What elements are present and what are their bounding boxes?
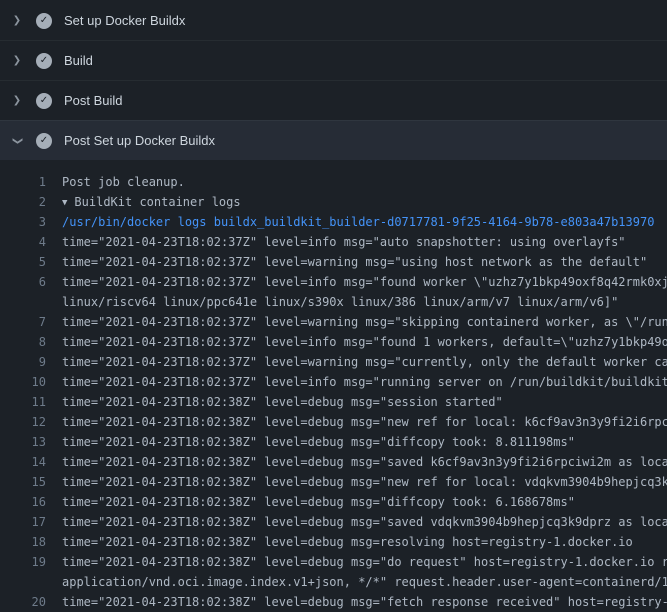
log-text: time="2021-04-23T18:02:37Z" level=warnin… <box>46 312 667 332</box>
step-header-post-set-up-docker-buildx[interactable]: ❯ ✓ Post Set up Docker Buildx <box>0 120 667 160</box>
log-text: application/vnd.oci.image.index.v1+json,… <box>46 572 667 592</box>
log-text: time="2021-04-23T18:02:37Z" level=info m… <box>46 272 667 292</box>
log-line: 15time="2021-04-23T18:02:38Z" level=debu… <box>0 472 667 492</box>
log-text: time="2021-04-23T18:02:38Z" level=debug … <box>46 472 667 492</box>
log-line-number[interactable]: 2 <box>0 192 46 212</box>
steps-list: ❯ ✓ Set up Docker Buildx ❯ ✓ Build ❯ ✓ Post Buil… <box>0 0 667 160</box>
log-line-number[interactable]: 19 <box>0 552 46 572</box>
step-label: Post Build <box>64 93 123 109</box>
log-line: 2▼BuildKit container logs <box>0 192 667 212</box>
log-line-number[interactable]: 17 <box>0 512 46 532</box>
log-text: time="2021-04-23T18:02:37Z" level=info m… <box>46 332 667 352</box>
check-circle-icon: ✓ <box>36 93 52 109</box>
log-line: 16time="2021-04-23T18:02:38Z" level=debu… <box>0 492 667 512</box>
caret-down-icon: ▼ <box>62 193 67 213</box>
log-line: linux/riscv64 linux/ppc641e linux/s390x … <box>0 292 667 312</box>
log-line-number[interactable]: 5 <box>0 252 46 272</box>
log-text: time="2021-04-23T18:02:38Z" level=debug … <box>46 432 575 452</box>
check-circle-icon: ✓ <box>36 133 52 149</box>
log-text: time="2021-04-23T18:02:38Z" level=debug … <box>46 532 633 552</box>
log-line: 3/usr/bin/docker logs buildx_buildkit_bu… <box>0 212 667 232</box>
log-line-number <box>0 292 46 312</box>
step-label: Post Set up Docker Buildx <box>64 133 215 149</box>
log-line-number[interactable]: 18 <box>0 532 46 552</box>
log-line: 1Post job cleanup. <box>0 172 667 192</box>
log-viewer[interactable]: 1Post job cleanup.2▼BuildKit container l… <box>0 160 667 612</box>
log-text: time="2021-04-23T18:02:37Z" level=warnin… <box>46 252 647 272</box>
log-text: time="2021-04-23T18:02:38Z" level=debug … <box>46 492 575 512</box>
log-line: 8time="2021-04-23T18:02:37Z" level=info … <box>0 332 667 352</box>
chevron-right-icon: ❯ <box>12 56 22 66</box>
log-line-number[interactable]: 8 <box>0 332 46 352</box>
log-line: application/vnd.oci.image.index.v1+json,… <box>0 572 667 592</box>
log-line-number[interactable]: 9 <box>0 352 46 372</box>
log-text: time="2021-04-23T18:02:37Z" level=info m… <box>46 372 667 392</box>
log-line: 6time="2021-04-23T18:02:37Z" level=info … <box>0 272 667 292</box>
log-line-number[interactable]: 10 <box>0 372 46 392</box>
log-text: time="2021-04-23T18:02:38Z" level=debug … <box>46 512 667 532</box>
log-line: 11time="2021-04-23T18:02:38Z" level=debu… <box>0 392 667 412</box>
log-text: time="2021-04-23T18:02:37Z" level=warnin… <box>46 352 667 372</box>
log-line: 10time="2021-04-23T18:02:37Z" level=info… <box>0 372 667 392</box>
log-line-number[interactable]: 14 <box>0 452 46 472</box>
log-line-number <box>0 572 46 592</box>
step-label: Set up Docker Buildx <box>64 13 185 29</box>
check-circle-icon: ✓ <box>36 13 52 29</box>
log-line: 12time="2021-04-23T18:02:38Z" level=debu… <box>0 412 667 432</box>
log-line: 18time="2021-04-23T18:02:38Z" level=debu… <box>0 532 667 552</box>
log-line: 14time="2021-04-23T18:02:38Z" level=debu… <box>0 452 667 472</box>
log-text: time="2021-04-23T18:02:38Z" level=debug … <box>46 552 667 572</box>
log-text: time="2021-04-23T18:02:38Z" level=debug … <box>46 412 667 432</box>
log-line: 4time="2021-04-23T18:02:37Z" level=info … <box>0 232 667 252</box>
log-line-number[interactable]: 12 <box>0 412 46 432</box>
chevron-down-icon: ❯ <box>12 136 22 146</box>
log-line-number[interactable]: 7 <box>0 312 46 332</box>
log-text: time="2021-04-23T18:02:37Z" level=info m… <box>46 232 626 252</box>
log-text: linux/riscv64 linux/ppc641e linux/s390x … <box>46 292 618 312</box>
log-line: 13time="2021-04-23T18:02:38Z" level=debu… <box>0 432 667 452</box>
log-line-number[interactable]: 3 <box>0 212 46 232</box>
step-header-post-build[interactable]: ❯ ✓ Post Build <box>0 80 667 120</box>
log-line: 20time="2021-04-23T18:02:38Z" level=debu… <box>0 592 667 612</box>
log-text: time="2021-04-23T18:02:38Z" level=debug … <box>46 452 667 472</box>
check-circle-icon: ✓ <box>36 53 52 69</box>
log-line: 5time="2021-04-23T18:02:37Z" level=warni… <box>0 252 667 272</box>
step-header-set-up-docker-buildx[interactable]: ❯ ✓ Set up Docker Buildx <box>0 0 667 40</box>
log-text: time="2021-04-23T18:02:38Z" level=debug … <box>46 592 667 612</box>
step-label: Build <box>64 53 93 69</box>
log-line: 9time="2021-04-23T18:02:37Z" level=warni… <box>0 352 667 372</box>
log-line: 17time="2021-04-23T18:02:38Z" level=debu… <box>0 512 667 532</box>
log-line-number[interactable]: 20 <box>0 592 46 612</box>
log-text: Post job cleanup. <box>46 172 185 192</box>
log-line: 7time="2021-04-23T18:02:37Z" level=warni… <box>0 312 667 332</box>
log-line-number[interactable]: 13 <box>0 432 46 452</box>
chevron-right-icon: ❯ <box>12 96 22 106</box>
log-text[interactable]: ▼BuildKit container logs <box>46 192 241 212</box>
log-line-number[interactable]: 11 <box>0 392 46 412</box>
log-command-text: /usr/bin/docker logs buildx_buildkit_bui… <box>46 212 654 232</box>
step-header-build[interactable]: ❯ ✓ Build <box>0 40 667 80</box>
log-line-number[interactable]: 16 <box>0 492 46 512</box>
chevron-right-icon: ❯ <box>12 16 22 26</box>
log-text: time="2021-04-23T18:02:38Z" level=debug … <box>46 392 503 412</box>
log-line-number[interactable]: 1 <box>0 172 46 192</box>
log-line-number[interactable]: 15 <box>0 472 46 492</box>
log-line-number[interactable]: 6 <box>0 272 46 292</box>
log-line-number[interactable]: 4 <box>0 232 46 252</box>
log-line: 19time="2021-04-23T18:02:38Z" level=debu… <box>0 552 667 572</box>
